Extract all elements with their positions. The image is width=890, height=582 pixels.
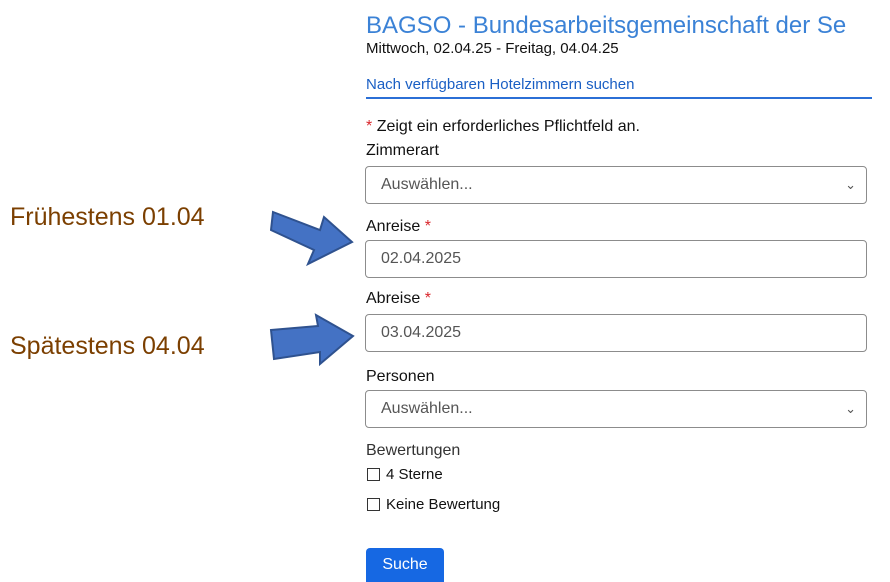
required-star: * bbox=[424, 290, 431, 307]
rating-4-stars-label: 4 Sterne bbox=[386, 466, 443, 483]
departure-label-text: Abreise bbox=[366, 290, 421, 307]
arrival-label-text: Anreise bbox=[366, 218, 421, 235]
rating-none-label: Keine Bewertung bbox=[386, 496, 501, 513]
required-field-note: * Zeigt ein erforderliches Pflichtfeld a… bbox=[366, 118, 640, 136]
required-note-text: Zeigt ein erforderliches Pflichtfeld an. bbox=[376, 118, 640, 135]
departure-date-value: 03.04.2025 bbox=[381, 324, 462, 341]
required-star: * bbox=[366, 118, 373, 135]
persons-select[interactable]: Auswählen... ⌄ bbox=[365, 390, 867, 428]
event-title: BAGSO - Bundesarbeitsgemeinschaft der Se bbox=[366, 12, 847, 39]
departure-date-input[interactable]: 03.04.2025 bbox=[365, 314, 867, 352]
chevron-down-icon: ⌄ bbox=[845, 401, 856, 416]
ratings-label: Bewertungen bbox=[366, 442, 461, 459]
required-star: * bbox=[424, 218, 431, 235]
arrival-label: Anreise * bbox=[366, 218, 431, 236]
rating-none-checkbox[interactable]: Keine Bewertung bbox=[367, 496, 500, 513]
search-button[interactable]: Suche bbox=[366, 548, 444, 582]
persons-label: Personen bbox=[366, 368, 435, 385]
annotation-earliest: Frühestens 01.04 bbox=[10, 203, 205, 231]
room-type-value: Auswählen... bbox=[381, 176, 473, 193]
room-type-select[interactable]: Auswählen... ⌄ bbox=[365, 166, 867, 204]
checkbox-icon[interactable] bbox=[367, 468, 380, 481]
persons-value: Auswählen... bbox=[381, 400, 473, 417]
annotation-arrow-icon bbox=[269, 313, 355, 367]
departure-label: Abreise * bbox=[366, 290, 431, 308]
arrival-date-value: 02.04.2025 bbox=[381, 250, 462, 267]
checkbox-icon[interactable] bbox=[367, 498, 380, 511]
arrival-date-input[interactable]: 02.04.2025 bbox=[365, 240, 867, 278]
room-type-label: Zimmerart bbox=[366, 142, 439, 159]
annotation-latest: Spätestens 04.04 bbox=[10, 332, 205, 360]
search-hotel-rooms-link[interactable]: Nach verfügbaren Hotelzimmern suchen bbox=[366, 76, 872, 99]
chevron-down-icon: ⌄ bbox=[845, 177, 856, 192]
rating-4-stars-checkbox[interactable]: 4 Sterne bbox=[367, 466, 443, 483]
annotation-arrow-icon bbox=[270, 210, 354, 267]
event-dates: Mittwoch, 02.04.25 - Freitag, 04.04.25 bbox=[366, 40, 619, 57]
